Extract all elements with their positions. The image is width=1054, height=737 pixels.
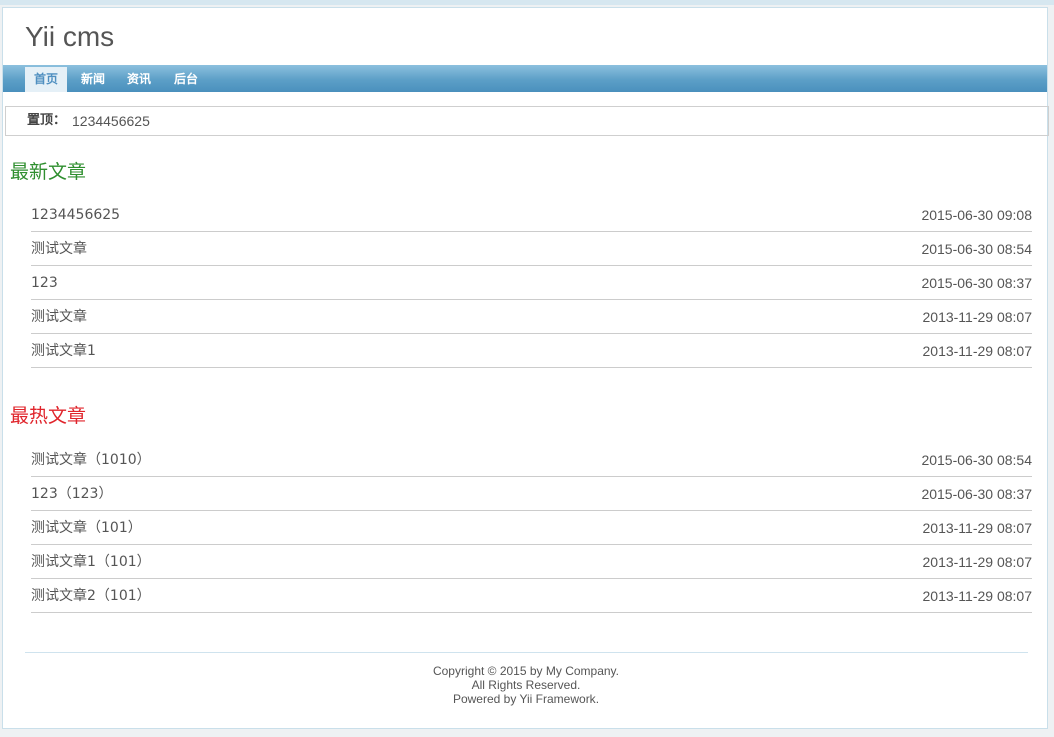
article-link[interactable]: 测试文章2（101）	[31, 579, 151, 613]
article-date: 2015-06-30 09:08	[921, 207, 1032, 223]
nav-item-news[interactable]: 新闻	[73, 67, 113, 92]
article-link[interactable]: 测试文章1	[31, 334, 96, 368]
article-date: 2013-11-29 08:07	[922, 309, 1033, 325]
article-date: 2013-11-29 08:07	[922, 554, 1033, 570]
list-item: 测试文章（1010） 2015-06-30 08:54	[31, 443, 1032, 477]
article-date: 2015-06-30 08:54	[921, 241, 1032, 257]
hot-articles-heading: 最热文章	[10, 405, 87, 427]
copyright-text: Copyright © 2015 by My Company.	[432, 664, 620, 678]
nav-item-home[interactable]: 首页	[25, 67, 67, 92]
list-item: 测试文章（101） 2013-11-29 08:07	[31, 511, 1032, 545]
powered-by-suffix: .	[595, 692, 600, 706]
article-date: 2013-11-29 08:07	[922, 588, 1033, 604]
pinned-label: 置顶：	[27, 113, 67, 128]
article-link[interactable]: 123（123）	[31, 477, 112, 511]
yii-framework-link[interactable]: Yii Framework	[519, 692, 595, 706]
list-item: 测试文章1（101） 2013-11-29 08:07	[31, 545, 1032, 579]
article-link[interactable]: 测试文章（101）	[31, 511, 142, 545]
article-date: 2013-11-29 08:07	[922, 343, 1033, 359]
article-link[interactable]: 测试文章1（101）	[31, 545, 151, 579]
nav-item-admin[interactable]: 后台	[166, 67, 206, 92]
hot-articles-list: 测试文章（1010） 2015-06-30 08:54 123（123） 201…	[31, 443, 1032, 613]
pinned-bar: 置顶： 1234456625	[5, 106, 1049, 136]
article-link[interactable]: 1234456625	[31, 198, 120, 232]
article-date: 2013-11-29 08:07	[922, 520, 1033, 536]
list-item: 测试文章 2015-06-30 08:54	[31, 232, 1032, 266]
main-nav: 首页 新闻 资讯 后台	[3, 65, 1047, 92]
list-item: 测试文章 2013-11-29 08:07	[31, 300, 1032, 334]
footer-divider	[25, 652, 1028, 653]
article-link[interactable]: 测试文章	[31, 232, 87, 266]
page-container: Yii cms 首页 新闻 资讯 后台 置顶： 1234456625 最新文章 …	[2, 7, 1049, 729]
article-link[interactable]: 123	[31, 266, 58, 300]
footer: Copyright © 2015 by My Company. All Righ…	[3, 664, 1049, 706]
powered-by: Powered by Yii Framework.	[3, 692, 1049, 706]
pinned-article-link[interactable]: 1234456625	[72, 107, 150, 135]
list-item: 123 2015-06-30 08:37	[31, 266, 1032, 300]
list-item: 测试文章1 2013-11-29 08:07	[31, 334, 1032, 368]
list-item: 123（123） 2015-06-30 08:37	[31, 477, 1032, 511]
article-date: 2015-06-30 08:37	[921, 486, 1032, 502]
article-link[interactable]: 测试文章	[31, 300, 87, 334]
latest-articles-heading: 最新文章	[10, 161, 87, 183]
site-title: Yii cms	[25, 21, 115, 52]
top-strip	[0, 0, 1054, 5]
nav-item-info[interactable]: 资讯	[119, 67, 159, 92]
list-item: 1234456625 2015-06-30 09:08	[31, 198, 1032, 232]
latest-articles-list: 1234456625 2015-06-30 09:08 测试文章 2015-06…	[31, 198, 1032, 368]
list-item: 测试文章2（101） 2013-11-29 08:07	[31, 579, 1032, 613]
article-date: 2015-06-30 08:37	[921, 275, 1032, 291]
article-date: 2015-06-30 08:54	[921, 452, 1032, 468]
powered-by-prefix: Powered by	[452, 692, 520, 706]
rights-text: All Rights Reserved.	[471, 678, 581, 692]
article-link[interactable]: 测试文章（1010）	[31, 443, 151, 477]
